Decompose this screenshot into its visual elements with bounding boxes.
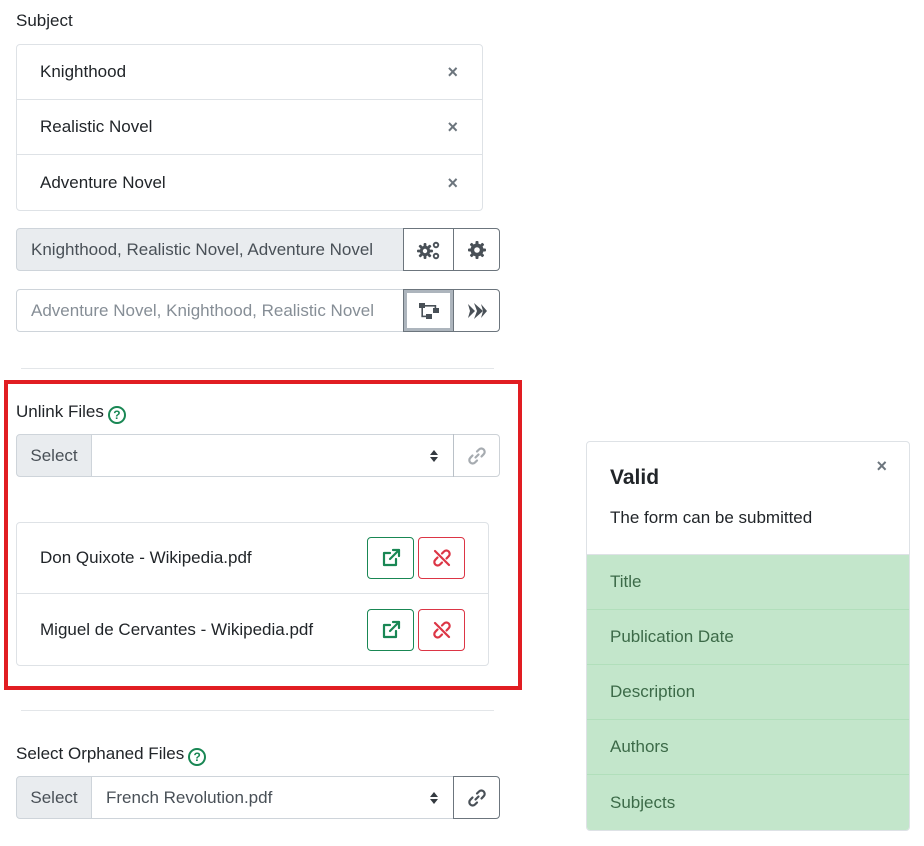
unlink-icon bbox=[432, 620, 451, 639]
orphaned-files-select[interactable]: French Revolution.pdf bbox=[91, 776, 454, 819]
validation-toast: Valid The form can be submitted × Title … bbox=[586, 441, 910, 831]
select-prefix: Select bbox=[16, 776, 92, 819]
sitemap-icon bbox=[418, 302, 439, 319]
remove-subject-button[interactable]: × bbox=[447, 63, 458, 81]
table-row: Miguel de Cervantes - Wikipedia.pdf bbox=[17, 594, 488, 665]
unlink-select-group: Select bbox=[16, 434, 500, 477]
settings-button[interactable] bbox=[453, 228, 500, 271]
subject-joined-group: Knighthood, Realistic Novel, Adventure N… bbox=[16, 228, 500, 271]
subject-item-label: Adventure Novel bbox=[40, 172, 166, 192]
link-file-button[interactable] bbox=[453, 434, 500, 477]
unlink-icon bbox=[432, 549, 451, 567]
file-name[interactable]: Miguel de Cervantes - Wikipedia.pdf bbox=[40, 620, 313, 640]
unlink-file-button[interactable] bbox=[418, 608, 465, 651]
toast-header: Valid The form can be submitted × bbox=[587, 442, 909, 555]
valid-field-item: Title bbox=[587, 555, 909, 610]
valid-field-item: Subjects bbox=[587, 775, 909, 830]
select-value: French Revolution.pdf bbox=[106, 787, 273, 807]
unlink-files-label-text: Unlink Files bbox=[16, 402, 104, 421]
tree-view-button[interactable] bbox=[403, 289, 454, 332]
external-link-icon bbox=[382, 620, 400, 638]
valid-field-item: Publication Date bbox=[587, 610, 909, 665]
remove-subject-button[interactable]: × bbox=[447, 174, 458, 192]
subject-joined-field: Knighthood, Realistic Novel, Adventure N… bbox=[16, 228, 404, 271]
link-icon bbox=[467, 788, 486, 807]
subject-list: Knighthood × Realistic Novel × Adventure… bbox=[16, 44, 483, 211]
orphaned-select-group: Select French Revolution.pdf bbox=[16, 776, 500, 819]
unlink-files-select[interactable] bbox=[91, 434, 454, 477]
select-prefix: Select bbox=[16, 434, 92, 477]
valid-field-item: Authors bbox=[587, 720, 909, 775]
help-icon[interactable]: ? bbox=[188, 748, 207, 766]
open-file-button[interactable] bbox=[367, 608, 414, 651]
divider bbox=[21, 368, 494, 369]
list-item: Knighthood × bbox=[17, 45, 482, 100]
subject-item-label: Realistic Novel bbox=[40, 117, 153, 136]
list-item: Realistic Novel × bbox=[17, 100, 482, 155]
select-arrows-icon bbox=[430, 449, 438, 462]
link-icon bbox=[467, 446, 486, 465]
toast-message: The form can be submitted bbox=[610, 508, 813, 527]
open-file-button[interactable] bbox=[367, 537, 414, 579]
sort-button[interactable] bbox=[453, 289, 500, 332]
gear-icon bbox=[467, 240, 486, 259]
linked-files-list: Don Quixote - Wikipedia.pdf Miguel de Ce… bbox=[16, 522, 489, 666]
list-item: Adventure Novel × bbox=[17, 155, 482, 210]
divider bbox=[21, 710, 494, 711]
table-row: Don Quixote - Wikipedia.pdf bbox=[17, 523, 488, 594]
subject-item-label: Knighthood bbox=[40, 62, 127, 81]
toast-title: Valid bbox=[610, 466, 660, 489]
unlink-files-label: Unlink Files? bbox=[16, 402, 126, 424]
close-toast-button[interactable]: × bbox=[876, 456, 887, 477]
subject-label: Subject bbox=[16, 11, 73, 30]
forward-icon bbox=[467, 302, 487, 319]
valid-field-item: Description bbox=[587, 665, 909, 720]
multi-settings-button[interactable] bbox=[403, 228, 454, 271]
link-orphaned-button[interactable] bbox=[453, 776, 500, 819]
help-icon[interactable]: ? bbox=[107, 406, 126, 424]
unlink-file-button[interactable] bbox=[418, 537, 465, 579]
orphaned-files-label-text: Select Orphaned Files bbox=[16, 744, 185, 763]
orphaned-files-label: Select Orphaned Files? bbox=[16, 744, 207, 766]
file-name[interactable]: Don Quixote - Wikipedia.pdf bbox=[40, 548, 252, 568]
cogs-icon bbox=[416, 241, 439, 259]
select-arrows-icon bbox=[430, 791, 438, 804]
external-link-icon bbox=[382, 548, 400, 567]
subject-sorted-input[interactable]: Adventure Novel, Knighthood, Realistic N… bbox=[16, 289, 404, 332]
subject-sorted-group: Adventure Novel, Knighthood, Realistic N… bbox=[16, 289, 500, 332]
remove-subject-button[interactable]: × bbox=[447, 118, 458, 136]
